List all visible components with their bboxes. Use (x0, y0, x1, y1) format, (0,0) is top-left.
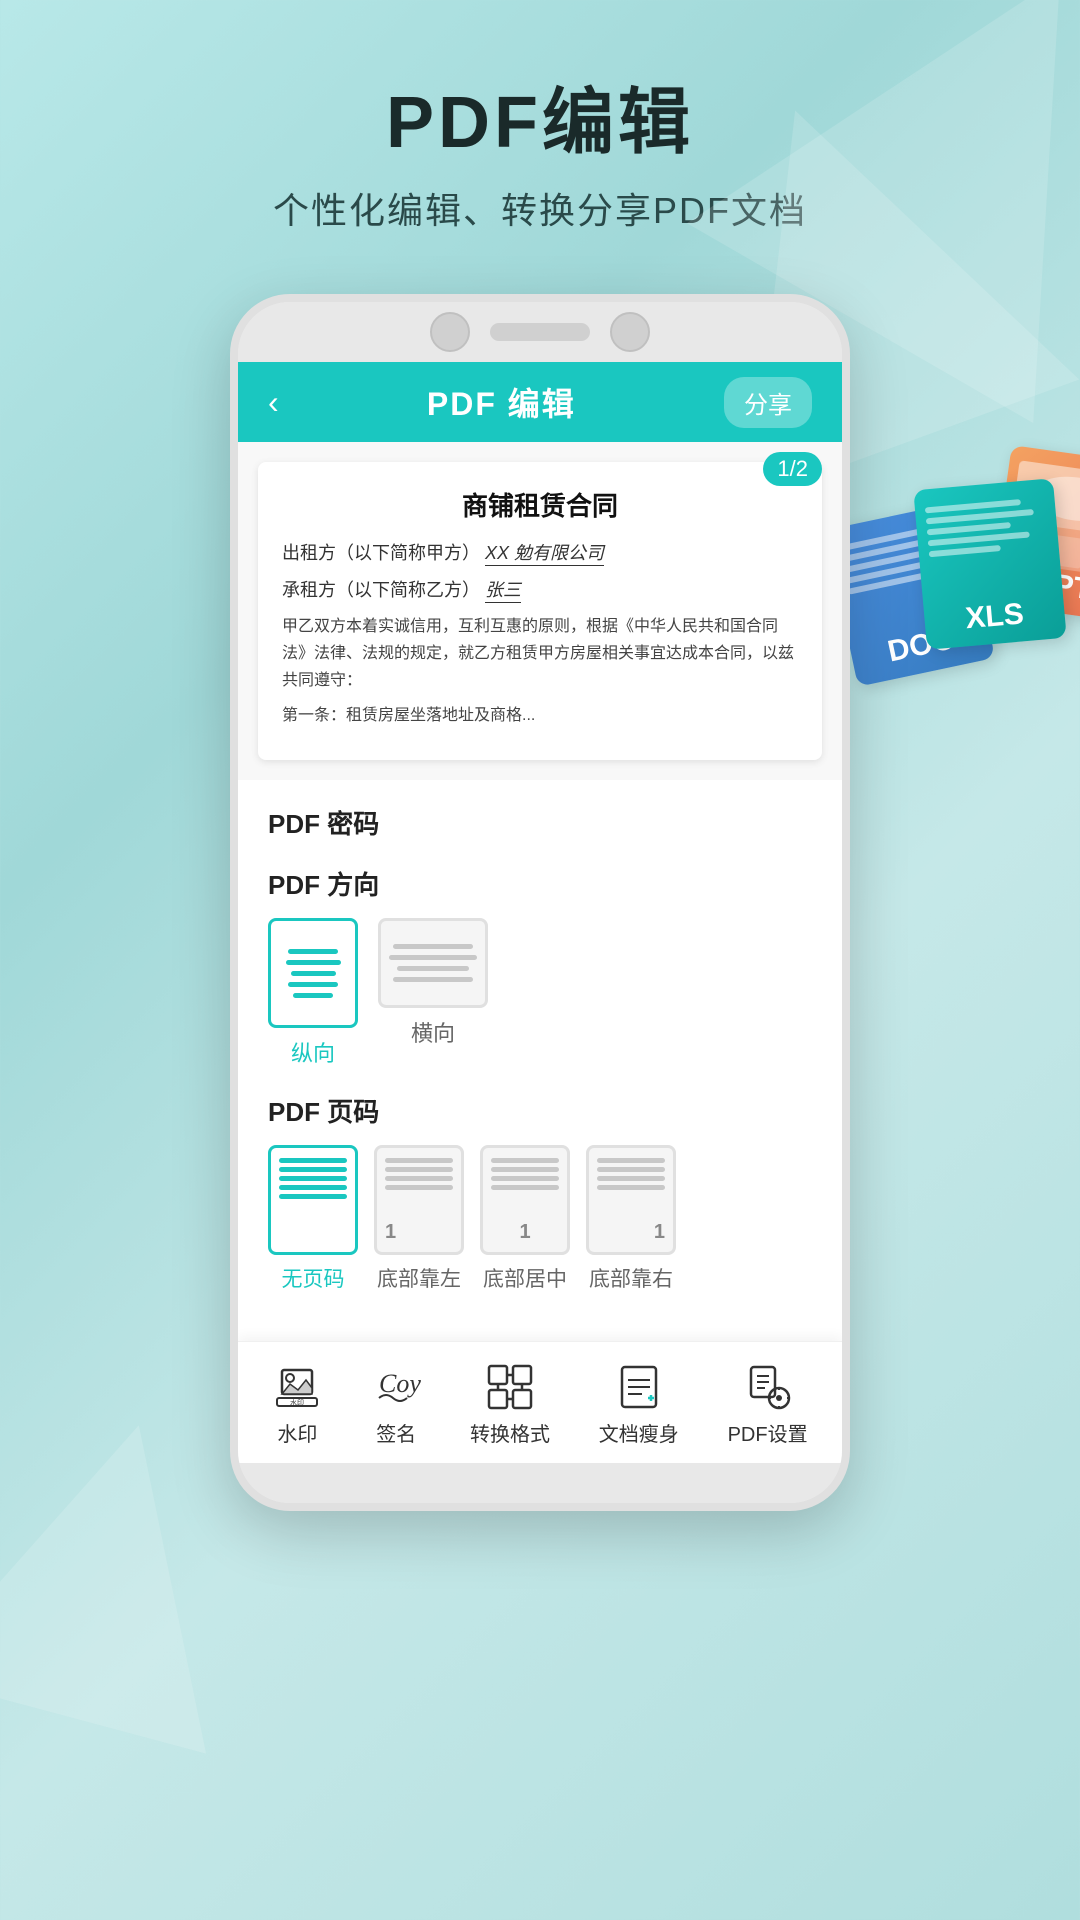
doc-body-1: 甲乙双方本着实诚信用，互利互惠的原则，根据《中华人民共和国合同法》法律、法规的规… (282, 613, 798, 695)
portrait-icon (268, 918, 358, 1028)
pageno-none-label: 无页码 (282, 1263, 345, 1293)
doc-icon-ppt: PPT (990, 445, 1080, 623)
watermark-icon: 水印 (272, 1362, 322, 1412)
back-button[interactable]: ‹ (268, 384, 279, 421)
ppt-body (1006, 461, 1080, 579)
settings-panel: PDF 密码 PDF 方向 纵向 (238, 780, 842, 1341)
doc-party-a-value: XX 勉有限公司 (485, 543, 604, 566)
pdf-settings-label: PDF设置 (728, 1418, 808, 1447)
doc-party-b-label: 承租方（以下简称乙方） (282, 580, 480, 600)
toolbar-compress[interactable]: 文档瘦身 (599, 1362, 679, 1447)
document-area: 1/2 商铺租赁合同 出租方（以下简称甲方） XX 勉有限公司 承租方（以下简称… (238, 442, 842, 780)
doc-lines (838, 521, 966, 595)
doc-line-1: 出租方（以下简称甲方） XX 勉有限公司 (282, 539, 798, 568)
ppt-label: PPT (1031, 566, 1080, 608)
phone-camera-left (430, 312, 470, 352)
convert-label: 转换格式 (470, 1418, 550, 1447)
landscape-icon (378, 918, 488, 1008)
pdf-settings-icon (743, 1362, 793, 1412)
pageno-left-label: 底部靠左 (377, 1263, 461, 1293)
pageno-bottom-center[interactable]: 1 底部居中 (480, 1145, 570, 1293)
phone-notch (238, 302, 842, 362)
portrait-label: 纵向 (291, 1036, 335, 1068)
pageno-options: 无页码 1 底部靠左 (268, 1145, 812, 1293)
orientation-portrait[interactable]: 纵向 (268, 918, 358, 1068)
xls-label: XLS (964, 598, 1025, 637)
toolbar-pdf-settings[interactable]: PDF设置 (728, 1362, 808, 1447)
pageno-right-icon: 1 (586, 1145, 676, 1255)
toolbar-watermark[interactable]: 水印 水印 (272, 1362, 322, 1447)
pdf-orientation-section: PDF 方向 纵向 (268, 865, 812, 1068)
phone-speaker (490, 323, 590, 341)
signature-icon: Coy (371, 1362, 421, 1412)
bottom-toolbar: 水印 水印 Coy 签名 (238, 1341, 842, 1463)
pdf-password-title: PDF 密码 (268, 804, 812, 841)
share-button[interactable]: 分享 (724, 377, 812, 428)
signature-label: 签名 (376, 1418, 416, 1447)
watermark-label: 水印 (277, 1418, 317, 1447)
doc-party-b-value: 张三 (485, 580, 521, 603)
app-toolbar: ‹ PDF 编辑 分享 (238, 362, 842, 442)
convert-icon (485, 1362, 535, 1412)
toolbar-signature[interactable]: Coy 签名 (371, 1362, 421, 1447)
xls-lines (925, 497, 1049, 557)
pdf-pageno-title: PDF 页码 (268, 1092, 812, 1129)
phone-mockup: ‹ PDF 编辑 分享 1/2 商铺租赁合同 出租方（以下简称甲方） XX 勉有… (230, 294, 850, 1511)
doc-body-2: 第一条：租赁房屋坐落地址及商格... (282, 703, 798, 729)
doc-label: DOC (885, 623, 957, 670)
orientation-options: 纵向 横向 (268, 918, 812, 1068)
pageno-bottom-left[interactable]: 1 底部靠左 (374, 1145, 464, 1293)
svg-text:水印: 水印 (290, 1398, 304, 1407)
phone-camera-right (610, 312, 650, 352)
compress-icon (614, 1362, 664, 1412)
pageno-none[interactable]: 无页码 (268, 1145, 358, 1293)
pageno-bottom-right[interactable]: 1 底部靠右 (586, 1145, 676, 1293)
orientation-landscape[interactable]: 横向 (378, 918, 488, 1068)
doc-party-a-label: 出租方（以下简称甲方） (282, 543, 480, 563)
toolbar-convert[interactable]: 转换格式 (470, 1362, 550, 1447)
pageno-left-icon: 1 (374, 1145, 464, 1255)
pageno-center-icon: 1 (480, 1145, 570, 1255)
pdf-password-section: PDF 密码 (268, 804, 812, 841)
landscape-label: 横向 (411, 1016, 455, 1048)
document-title: 商铺租赁合同 (282, 486, 798, 523)
svg-text:Coy: Coy (379, 1369, 421, 1398)
pageno-right-label: 底部靠右 (589, 1263, 673, 1293)
doc-icon-xls: XLS (913, 479, 1066, 651)
phone-container: PPT XLS DOC (0, 294, 1080, 1511)
pdf-pageno-section: PDF 页码 无页码 (268, 1092, 812, 1293)
doc-line-2: 承租方（以下简称乙方） 张三 (282, 576, 798, 605)
document-content: 商铺租赁合同 出租方（以下简称甲方） XX 勉有限公司 承租方（以下简称乙方） … (258, 462, 822, 760)
compress-label: 文档瘦身 (599, 1418, 679, 1447)
pageno-none-icon (268, 1145, 358, 1255)
phone-bottom (238, 1463, 842, 1503)
page-badge: 1/2 (763, 452, 822, 486)
toolbar-title: PDF 编辑 (427, 379, 576, 425)
pdf-orientation-title: PDF 方向 (268, 865, 812, 902)
pageno-center-label: 底部居中 (483, 1263, 567, 1293)
doc-icon-doc: DOC (825, 502, 995, 688)
